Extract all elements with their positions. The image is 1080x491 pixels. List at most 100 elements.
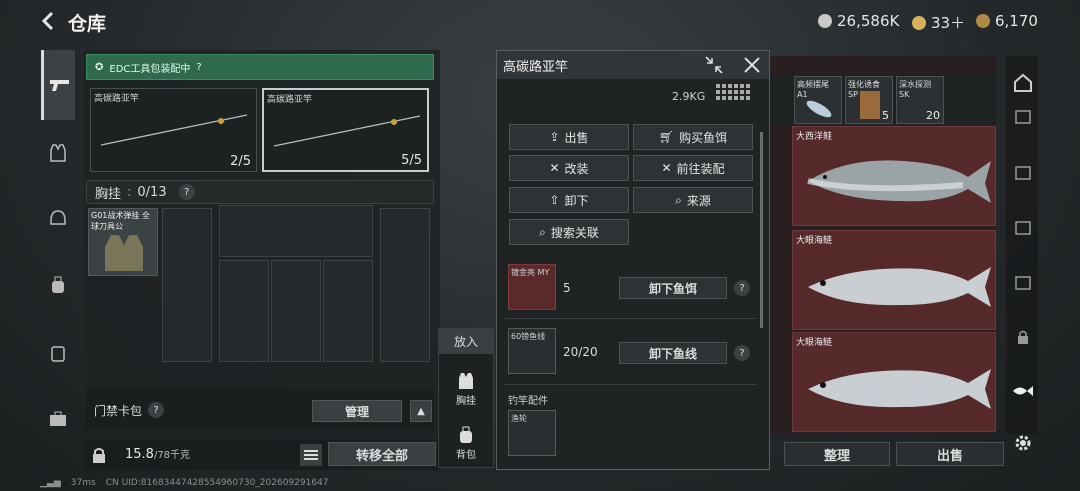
help-icon[interactable]: ? — [148, 402, 165, 418]
buy-bait-button[interactable]: 🛒︎ 购买鱼饵 — [633, 124, 753, 150]
nav-helmet[interactable] — [41, 201, 75, 235]
bait-thumb[interactable]: 镀金亮 MY — [508, 264, 556, 310]
popup-scrollbar[interactable] — [760, 132, 763, 328]
grid-cell[interactable] — [219, 260, 269, 362]
fish-item[interactable]: 大眼海鲢 — [792, 332, 996, 432]
modify-button[interactable]: ✕ 改装 — [509, 155, 629, 181]
wifi-icon: ▁▃▅ — [40, 478, 61, 488]
edc-status-bar[interactable]: ✪ EDC工具包装配中 ? — [86, 54, 434, 80]
unload-bait-button[interactable]: 卸下鱼饵 — [619, 277, 727, 299]
currency-gold[interactable]: 33＋ — [912, 12, 965, 33]
manage-button[interactable]: 管理 — [312, 400, 402, 422]
search-icon: ⌕ — [675, 192, 682, 207]
nav-vest[interactable] — [41, 136, 75, 170]
transfer-all-button[interactable]: 转移全部 — [328, 442, 436, 466]
nav-bag[interactable] — [41, 268, 75, 302]
silver-coin-icon — [818, 14, 832, 28]
stash-tab-2-icon[interactable] — [1010, 160, 1036, 186]
item-detail-header: 高碳路亚竿 — [497, 51, 769, 79]
helmet-icon — [50, 210, 66, 225]
lure-icon — [806, 100, 832, 118]
pack-icon — [51, 346, 65, 362]
nav-pack[interactable] — [41, 336, 75, 370]
page-title: 仓库 — [68, 13, 107, 35]
tools-icon: ✕ — [549, 161, 560, 175]
sell-icon: ⇪ — [549, 130, 560, 144]
sell-all-button[interactable]: 出售 — [896, 442, 1004, 466]
back-arrow-icon[interactable] — [38, 10, 60, 32]
collapse-chevron-icon[interactable]: ▲ — [410, 400, 432, 422]
nav-case[interactable] — [41, 402, 75, 436]
sort-button[interactable]: 整理 — [784, 442, 890, 466]
line-count: 20/20 — [563, 345, 598, 359]
unload-button[interactable]: ⇧ 卸下 — [509, 187, 629, 213]
line-thumb[interactable]: 60镑鱼线 — [508, 328, 556, 374]
divider — [505, 384, 757, 385]
rod-slot-2[interactable]: 高碳路亚竿 5/5 — [262, 88, 429, 172]
fishing-rod-icon — [100, 114, 248, 146]
help-icon[interactable]: ? — [196, 62, 201, 73]
stash-tab-home-icon[interactable] — [1010, 70, 1036, 96]
unload-icon: ⇧ — [549, 193, 560, 207]
help-icon[interactable]: ? — [734, 345, 750, 361]
grid-cell[interactable] — [162, 208, 212, 362]
fish-item[interactable]: 大眼海鲢 — [792, 230, 996, 330]
put-into-vest[interactable]: 胸挂 — [440, 364, 492, 414]
list-icon[interactable] — [300, 444, 322, 466]
stash-tab-1-icon[interactable] — [1010, 104, 1036, 130]
status-bar: ▁▃▅ 37ms CN UID:81683447428554960730_202… — [40, 478, 329, 488]
vest-icon — [105, 235, 143, 271]
lure-item[interactable]: 高频摆尾 A1 — [794, 76, 842, 124]
divider — [505, 318, 757, 319]
fishing-rod-icon — [273, 115, 421, 147]
fish-item[interactable]: 大西洋鲑 — [792, 126, 996, 226]
currency-bronze: 6,170 — [976, 12, 1038, 30]
source-button[interactable]: ⌕ 来源 — [633, 187, 753, 213]
gold-coin-icon — [912, 15, 926, 30]
grid-cell[interactable] — [271, 260, 321, 362]
grid-cell[interactable] — [219, 205, 373, 257]
fish-tab-icon[interactable] — [1010, 378, 1036, 404]
cart-icon: 🛒︎ — [658, 130, 675, 144]
unload-line-button[interactable]: 卸下鱼线 — [619, 342, 727, 364]
goto-assembly-button[interactable]: ✕ 前往装配 — [633, 155, 753, 181]
pistol-icon — [49, 80, 69, 91]
rod-parts-label: 钓竿配件 — [508, 396, 548, 407]
bait-count: 5 — [563, 281, 571, 295]
lock-icon[interactable] — [92, 447, 106, 467]
sell-button[interactable]: ⇪ 出售 — [509, 124, 629, 150]
backpack-icon — [460, 426, 472, 443]
close-icon[interactable] — [742, 55, 762, 79]
settings-gear-icon[interactable] — [1010, 430, 1036, 456]
grid-cell[interactable] — [380, 208, 430, 362]
chest-rig-header: 胸挂 : 0/13 ? — [86, 180, 434, 204]
put-into-title: 放入 — [438, 328, 494, 354]
vest-icon — [50, 144, 66, 162]
bait-item[interactable]: 强化诱食 SP 5 — [845, 76, 893, 124]
grid-size-icon — [716, 84, 754, 106]
tarpon-icon — [808, 369, 991, 409]
chest-rig-item[interactable]: G01战术弹挂 全球刀具公 — [88, 208, 158, 276]
help-icon[interactable]: ? — [734, 280, 750, 296]
rod-slot-1[interactable]: 高碳路亚竿 2/5 — [90, 88, 257, 172]
carry-weight: 15.8/78千克 — [125, 447, 191, 462]
salmon-icon — [807, 160, 991, 203]
vest-icon — [459, 372, 473, 389]
gear-icon: ✪ — [95, 61, 104, 73]
stash-tab-4-icon[interactable] — [1010, 270, 1036, 296]
stash-tab-3-icon[interactable] — [1010, 215, 1036, 241]
help-icon[interactable]: ? — [178, 184, 195, 200]
locked-tab-icon[interactable] — [1010, 324, 1036, 350]
bait-bag-icon — [860, 91, 880, 119]
tools-icon: ✕ — [661, 161, 672, 175]
reel-thumb[interactable]: 渔轮 — [508, 410, 556, 456]
grid-cell[interactable] — [323, 260, 373, 362]
search-related-button[interactable]: ⌕ 搜索关联 — [509, 219, 629, 245]
collapse-icon[interactable] — [704, 55, 724, 79]
tarpon-icon — [808, 267, 991, 307]
sonar-item[interactable]: 深水探测 SK 20 — [896, 76, 944, 124]
put-into-backpack[interactable]: 背包 — [440, 418, 492, 468]
left-nav — [38, 46, 78, 456]
nav-weapon[interactable] — [41, 50, 75, 120]
currency-silver: 26,586K — [818, 12, 899, 30]
